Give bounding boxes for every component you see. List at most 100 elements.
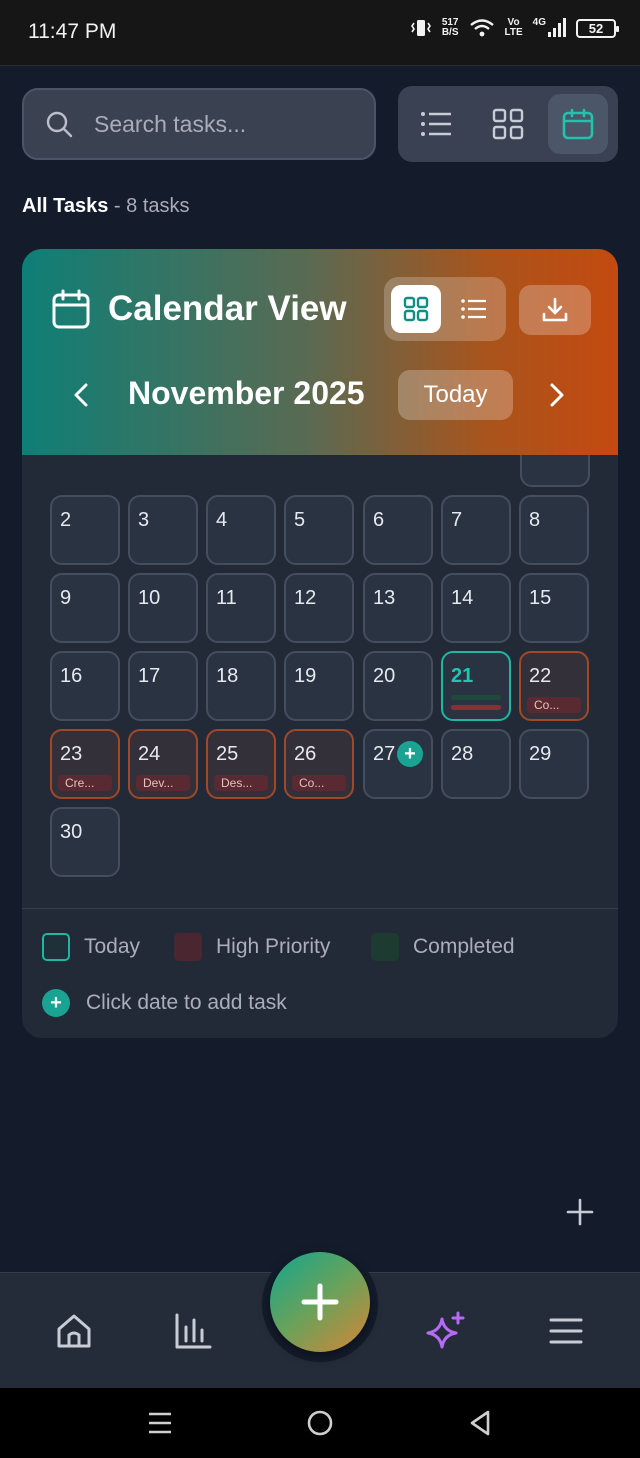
calendar-task-chip[interactable]: Cre... xyxy=(58,775,112,791)
calendar-header: Calendar View November 2025 Today xyxy=(22,249,618,455)
task-count-separator: - xyxy=(113,195,121,217)
calendar-day-cell[interactable]: 25 Des... xyxy=(206,729,276,799)
task-count-value: 8 tasks xyxy=(126,195,190,217)
prev-month-button[interactable] xyxy=(66,377,96,413)
chevron-right-icon xyxy=(550,383,564,407)
calendar-task-chip[interactable]: Dev... xyxy=(136,775,190,791)
calendar-task-chip[interactable]: Co... xyxy=(527,697,581,713)
calendar-layout-toggle xyxy=(384,277,506,341)
legend-completed-swatch xyxy=(371,933,399,961)
network-speed-unit: B/S xyxy=(441,27,459,38)
next-month-button[interactable] xyxy=(542,377,572,413)
calendar-day-cell[interactable]: 20 xyxy=(363,651,433,721)
search-input[interactable] xyxy=(94,110,354,138)
calendar-day-number: 13 xyxy=(373,587,396,609)
calendar-task-chip[interactable]: Des... xyxy=(214,775,268,791)
download-button[interactable] xyxy=(519,285,591,335)
list-view-button[interactable] xyxy=(406,94,466,154)
calendar-day-number: 9 xyxy=(60,587,72,609)
calendar-day-cell[interactable]: 9 xyxy=(50,573,120,643)
calendar-day-cell[interactable]: 27 + xyxy=(363,729,433,799)
stats-icon xyxy=(175,1313,212,1349)
search-icon xyxy=(46,111,73,138)
calendar-day-number: 21 xyxy=(451,665,474,687)
calendar-day-number: 11 xyxy=(216,587,237,609)
calendar-day-cell[interactable]: 23 Cre... xyxy=(50,729,120,799)
calendar-day-cell[interactable]: 17 xyxy=(128,651,198,721)
calendar-day-cell[interactable]: 30 xyxy=(50,807,120,877)
completed-task-bar xyxy=(451,695,501,700)
signal-icon xyxy=(548,18,566,37)
calendar-day-cell[interactable]: 28 xyxy=(441,729,511,799)
calendar-day-cell[interactable]: 3 xyxy=(128,495,198,565)
calendar-view-button[interactable] xyxy=(548,94,608,154)
status-icons: 517 B/S Vo LTE 4G 52 xyxy=(410,17,619,38)
plus-icon[interactable] xyxy=(564,1196,596,1228)
nav-ai[interactable] xyxy=(424,1309,468,1353)
add-icon xyxy=(301,1283,339,1321)
add-task-fab[interactable] xyxy=(270,1252,370,1352)
nav-menu[interactable] xyxy=(544,1309,588,1353)
calendar-day-number: 3 xyxy=(138,509,150,531)
system-back-button[interactable] xyxy=(463,1406,497,1440)
add-task-plus-icon[interactable]: + xyxy=(397,741,423,767)
legend-today-swatch xyxy=(42,933,70,961)
nav-stats[interactable] xyxy=(171,1309,215,1353)
search-bar[interactable] xyxy=(22,88,376,160)
calendar-day-cell[interactable]: 7 xyxy=(441,495,511,565)
calendar-day-cell[interactable]: 2 xyxy=(50,495,120,565)
calendar-day-cell[interactable]: 5 xyxy=(284,495,354,565)
calendar-day-cell[interactable]: 4 xyxy=(206,495,276,565)
calendar-day-number: 24 xyxy=(138,743,161,765)
calendar-day-cell[interactable]: 14 xyxy=(441,573,511,643)
recents-icon xyxy=(149,1412,171,1434)
calendar-day-cell[interactable]: 24 Dev... xyxy=(128,729,198,799)
calendar-day-cell[interactable]: 12 xyxy=(284,573,354,643)
list-icon xyxy=(461,299,486,319)
calendar-day-cell[interactable]: 18 xyxy=(206,651,276,721)
calendar-day-number: 8 xyxy=(529,509,541,531)
calendar-day-number: 26 xyxy=(294,743,317,765)
calendar-day-number: 29 xyxy=(529,743,552,765)
recents-button[interactable] xyxy=(143,1406,177,1440)
calendar-task-chip[interactable]: Co... xyxy=(292,775,346,791)
system-navigation-bar xyxy=(0,1388,640,1458)
chevron-left-icon xyxy=(74,383,88,407)
grid-view-button[interactable] xyxy=(478,94,538,154)
network-type: 4G xyxy=(532,17,546,28)
calendar-day-cell-partial[interactable] xyxy=(520,455,590,487)
calendar-day-cell[interactable]: 8 xyxy=(519,495,589,565)
calendar-day-number: 10 xyxy=(138,587,161,609)
calendar-day-cell[interactable]: 29 xyxy=(519,729,589,799)
view-switcher xyxy=(398,86,618,162)
today-button[interactable]: Today xyxy=(398,370,513,420)
calendar-day-cell[interactable]: 11 xyxy=(206,573,276,643)
calendar-day-cell[interactable]: 21 xyxy=(441,651,511,721)
calendar-day-cell[interactable]: 19 xyxy=(284,651,354,721)
calendar-day-number: 14 xyxy=(451,587,474,609)
calendar-day-number: 17 xyxy=(138,665,161,687)
status-bar: 11:47 PM 517 B/S Vo LTE 4G 52 xyxy=(0,0,640,66)
calendar-grid-toggle[interactable] xyxy=(391,285,441,333)
calendar-day-number: 28 xyxy=(451,743,474,765)
calendar-day-cell[interactable]: 15 xyxy=(519,573,589,643)
calendar-list-toggle[interactable] xyxy=(449,285,499,333)
calendar-day-cell[interactable]: 10 xyxy=(128,573,198,643)
calendar-day-cell[interactable]: 22 Co... xyxy=(519,651,589,721)
add-task-hint: + Click date to add task xyxy=(42,989,287,1017)
system-home-button[interactable] xyxy=(303,1406,337,1440)
calendar-day-cell[interactable]: 6 xyxy=(363,495,433,565)
menu-icon xyxy=(549,1318,583,1344)
nav-home[interactable] xyxy=(52,1309,96,1353)
calendar-day-cell[interactable]: 13 xyxy=(363,573,433,643)
ai-sparkle-icon xyxy=(426,1311,465,1349)
vibrate-icon xyxy=(410,20,431,36)
calendar-day-cell[interactable]: 16 xyxy=(50,651,120,721)
wifi-icon xyxy=(469,19,494,37)
calendar-day-cell[interactable]: 26 Co... xyxy=(284,729,354,799)
list-icon xyxy=(421,112,451,136)
month-label: November 2025 xyxy=(128,375,365,411)
calendar-day-number: 19 xyxy=(294,665,317,687)
home-icon xyxy=(57,1314,91,1348)
calendar-day-number: 6 xyxy=(373,509,385,531)
